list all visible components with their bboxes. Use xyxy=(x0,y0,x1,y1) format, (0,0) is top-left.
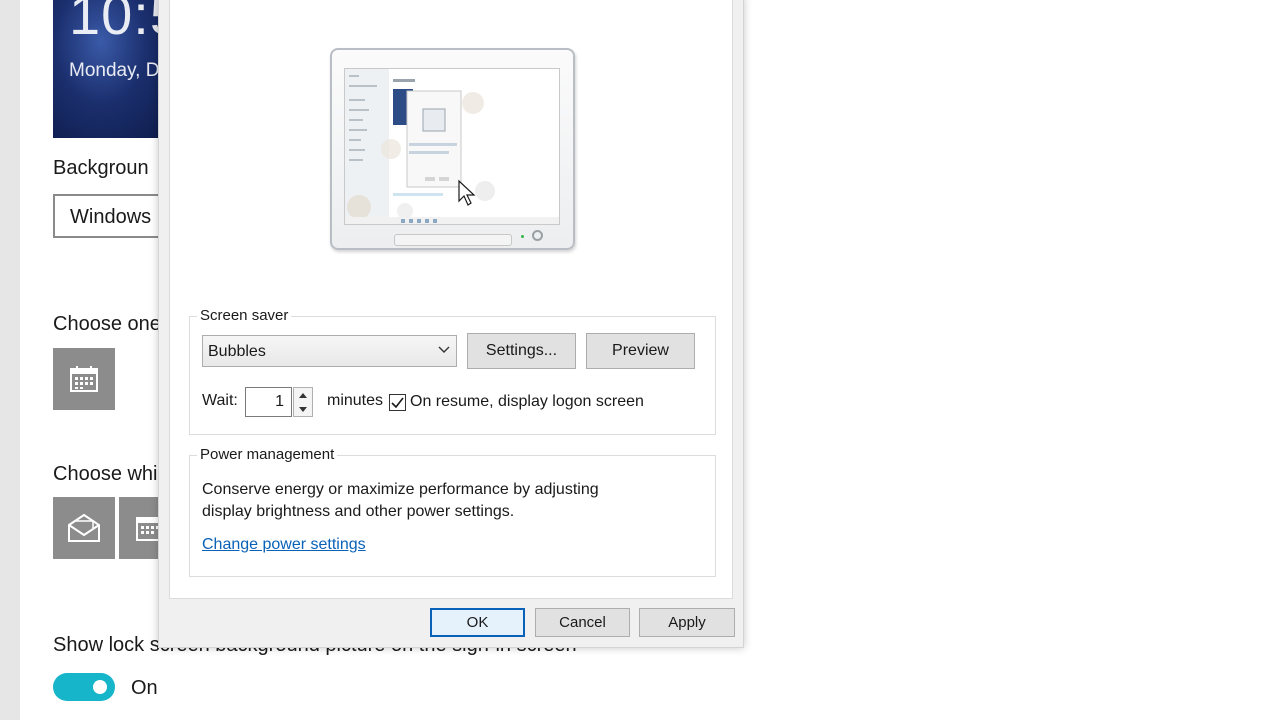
monitor-preview xyxy=(330,48,575,250)
monitor-power-icon xyxy=(532,230,543,241)
screen-saver-dropdown-value: Bubbles xyxy=(208,343,266,360)
show-lock-background-toggle[interactable] xyxy=(53,673,115,701)
change-power-settings-link[interactable]: Change power settings xyxy=(202,536,366,554)
window-left-edge xyxy=(0,0,20,720)
quick-status-mail-tile[interactable] xyxy=(53,497,115,559)
screen-saver-dropdown[interactable]: Bubbles xyxy=(202,335,457,367)
wait-minutes-input[interactable]: 1 xyxy=(245,387,292,417)
power-management-group-title: Power management xyxy=(197,446,338,463)
toggle-state-text: On xyxy=(131,677,158,699)
chevron-down-icon xyxy=(299,406,307,412)
mail-icon xyxy=(68,513,100,542)
power-description-line-2: display brightness and other power setti… xyxy=(202,503,515,520)
screen-saver-group-title: Screen saver xyxy=(197,307,292,324)
screen-saver-preview-image xyxy=(345,69,559,224)
checkmark-icon xyxy=(391,397,404,408)
resume-logon-label[interactable]: On resume, display logon screen xyxy=(410,393,644,411)
wait-minutes-spinner[interactable] xyxy=(293,387,313,417)
background-label: Backgroun xyxy=(53,157,149,179)
screen-saver-settings-dialog: Screen saver Bubbles Settings... Preview… xyxy=(158,0,744,648)
choose-one-app-label: Choose one xyxy=(53,313,161,335)
detailed-status-app-tile[interactable] xyxy=(53,348,115,410)
chevron-down-icon xyxy=(438,346,450,353)
calendar-icon xyxy=(70,366,98,392)
lock-preview-date: Monday, D xyxy=(69,60,160,81)
wait-minutes-value: 1 xyxy=(275,393,284,410)
apply-button[interactable]: Apply xyxy=(639,608,735,637)
monitor-power-led xyxy=(521,235,524,238)
ok-button[interactable]: OK xyxy=(430,608,525,637)
monitor-stand xyxy=(394,234,512,246)
screen-saver-tab-panel: Screen saver Bubbles Settings... Preview… xyxy=(169,0,733,599)
wait-label: Wait: xyxy=(202,392,238,409)
background-dropdown-value: Windows xyxy=(70,206,152,228)
monitor-preview-screen xyxy=(344,68,560,225)
spinner-down-button[interactable] xyxy=(294,402,312,416)
spinner-up-button[interactable] xyxy=(294,388,312,402)
chevron-up-icon xyxy=(299,392,307,398)
power-management-group: Power management Conserve energy or maxi… xyxy=(189,446,716,577)
lock-screen-preview: 10:5 Monday, D xyxy=(53,0,173,138)
power-description-line-1: Conserve energy or maximize performance … xyxy=(202,481,599,498)
cancel-button[interactable]: Cancel xyxy=(535,608,630,637)
preview-button[interactable]: Preview xyxy=(586,333,695,369)
minutes-label: minutes xyxy=(327,392,384,409)
resume-logon-checkbox[interactable] xyxy=(389,394,406,411)
screen-saver-group: Screen saver Bubbles Settings... Preview… xyxy=(189,307,716,435)
choose-which-apps-label: Choose whi xyxy=(53,463,158,485)
toggle-knob xyxy=(93,680,107,694)
screen-saver-settings-button[interactable]: Settings... xyxy=(467,333,576,369)
